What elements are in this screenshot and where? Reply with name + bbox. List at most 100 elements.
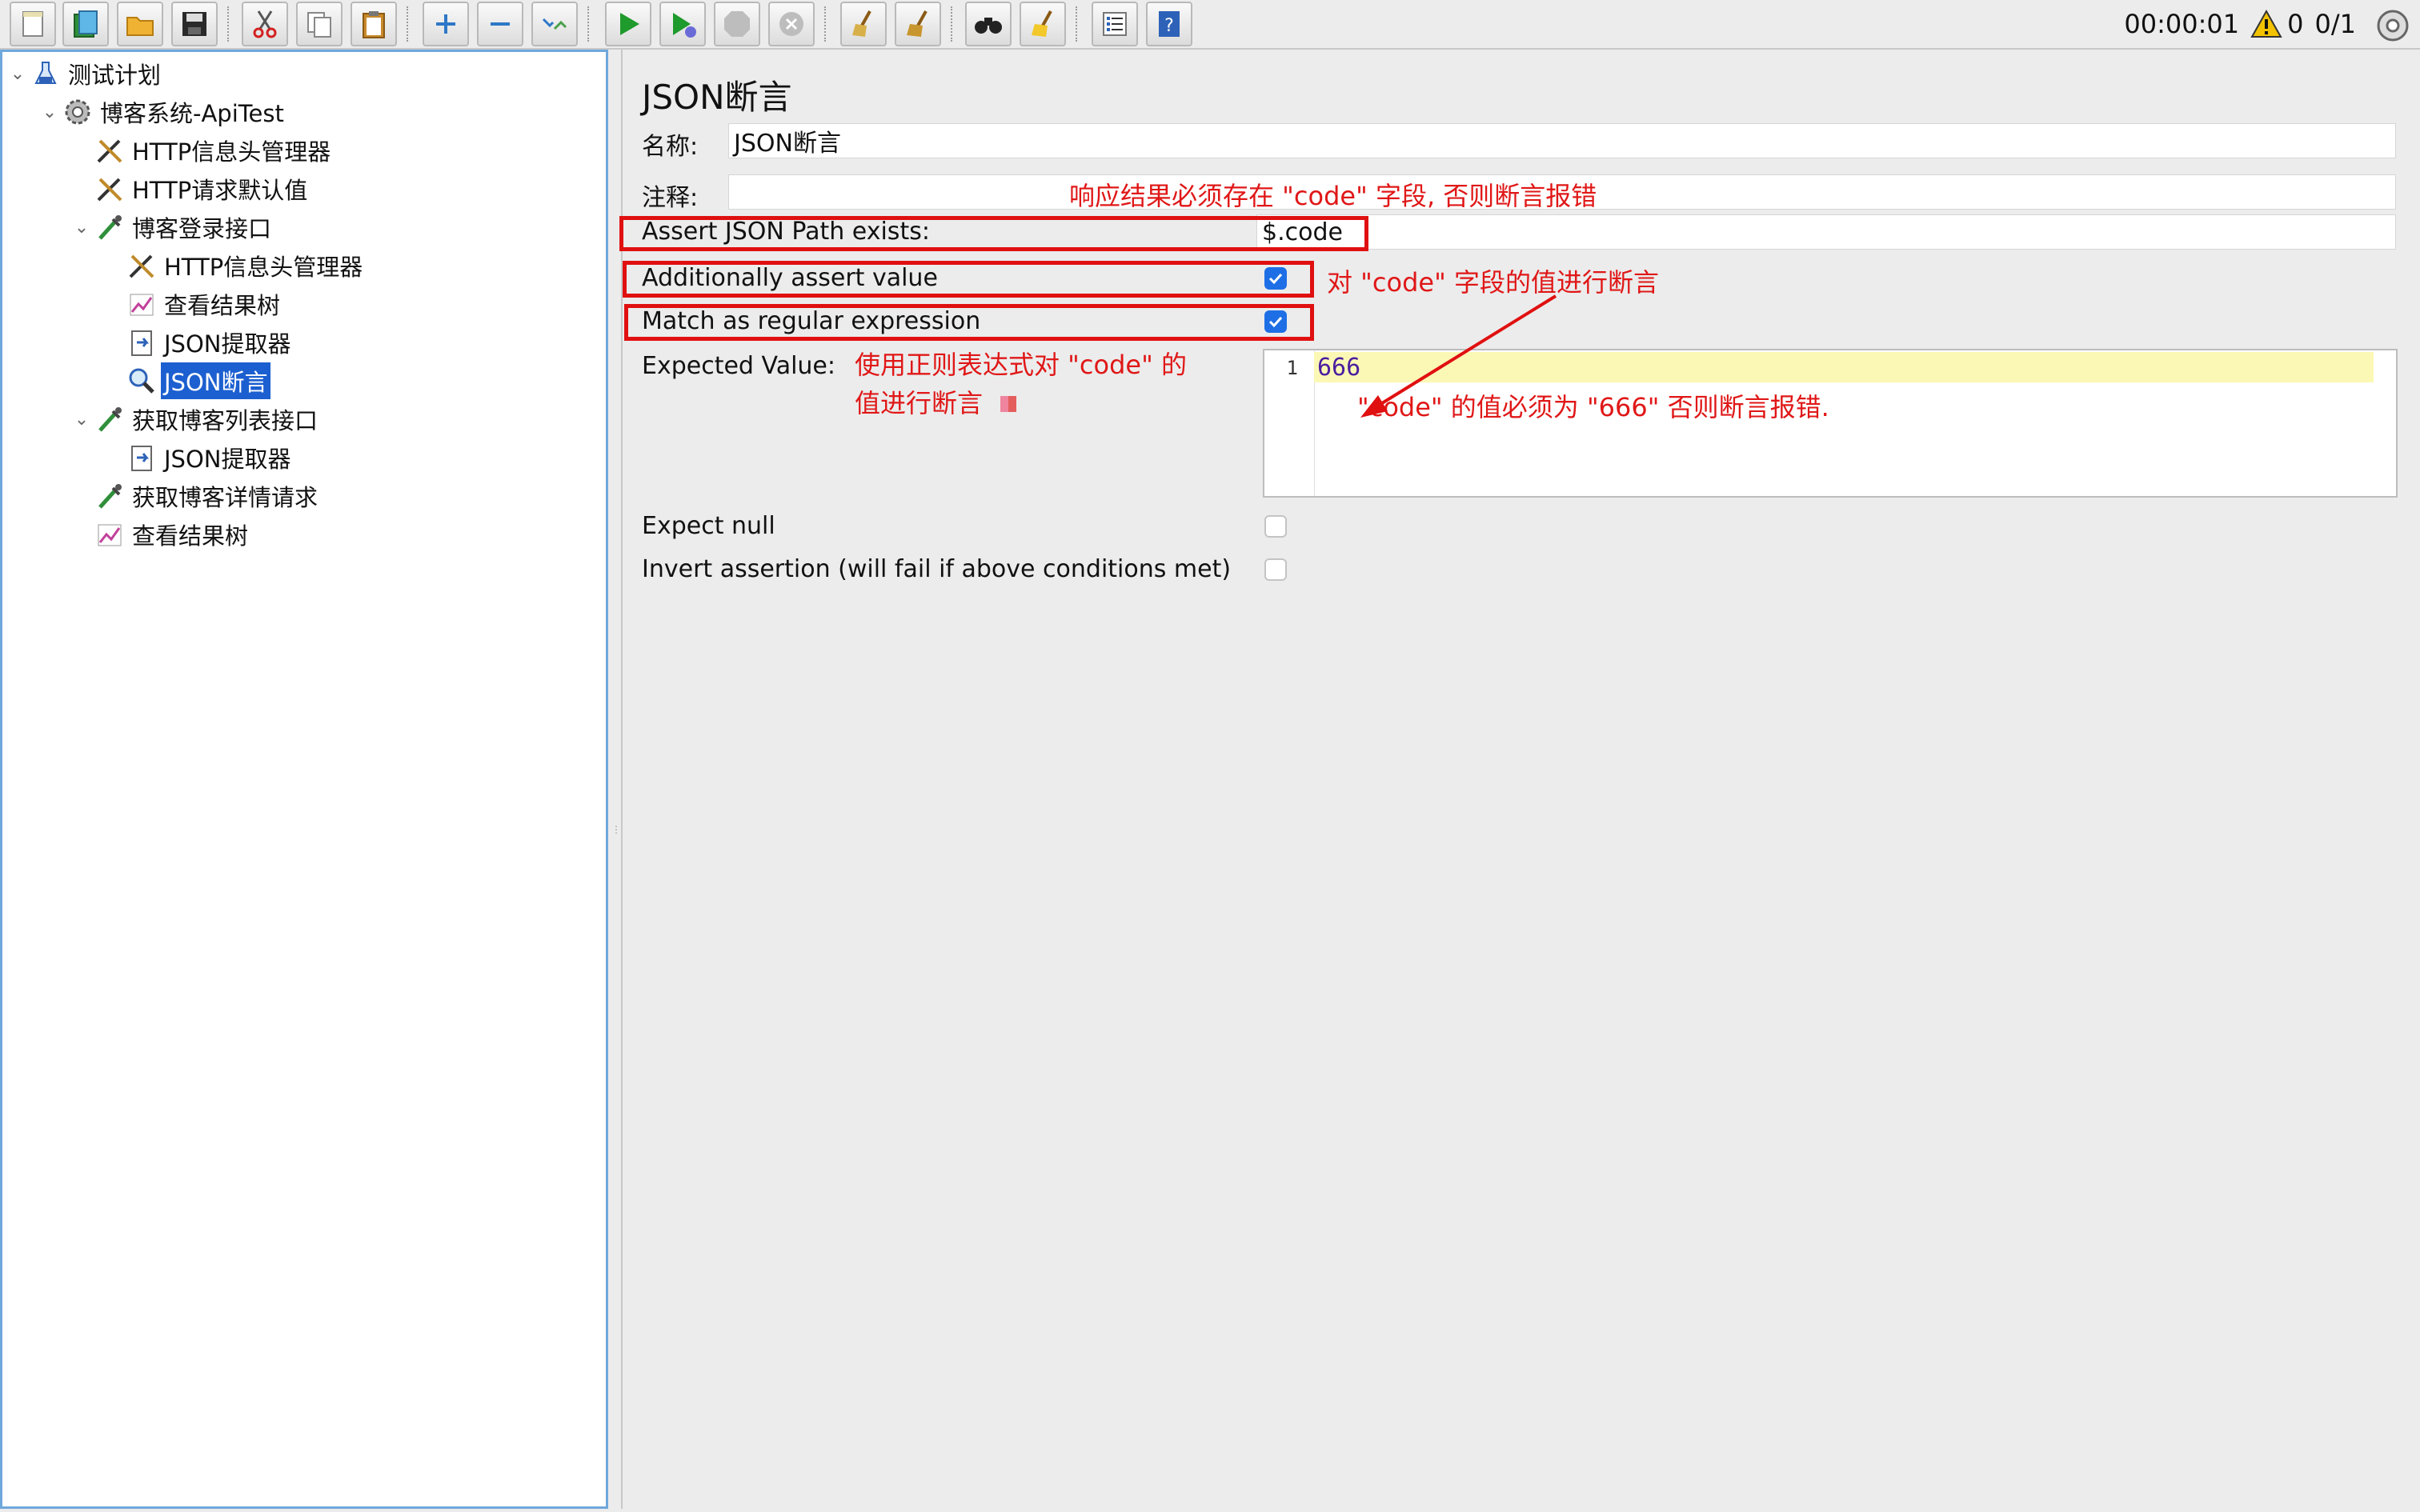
toolbar-separator bbox=[227, 6, 230, 42]
status-area: 00:00:01 0 0/1 bbox=[2124, 6, 2356, 42]
shutdown-button[interactable] bbox=[768, 2, 815, 46]
tree-item-results-tree[interactable]: 查看结果树 bbox=[126, 286, 283, 322]
tree-item-header-manager[interactable]: HTTP信息头管理器 bbox=[94, 132, 334, 169]
toolbar-separator bbox=[951, 6, 954, 42]
config-tools-icon bbox=[94, 134, 126, 166]
chevron-down-icon[interactable]: ⌄ bbox=[70, 209, 94, 246]
warning-count: 0 bbox=[2287, 9, 2304, 39]
chevron-down-icon[interactable]: ⌄ bbox=[38, 94, 62, 130]
annotation-regex-line1: 使用正则表达式对 "code" 的 bbox=[855, 350, 1187, 380]
json-assertion-panel: JSON断言 名称: JSON断言 注释: 响应结果必须存在 "code" 字段… bbox=[619, 50, 2417, 1509]
templates-icon bbox=[74, 10, 98, 38]
expect-null-checkbox[interactable] bbox=[1264, 515, 1287, 538]
play-timer-icon bbox=[673, 13, 696, 38]
cut-icon bbox=[253, 10, 277, 38]
expected-value-label: Expected Value: bbox=[642, 352, 835, 380]
toolbar-separator bbox=[407, 6, 410, 42]
thread-status-icon[interactable] bbox=[2375, 8, 2410, 43]
thread-group-gear-icon bbox=[62, 96, 94, 128]
tree-item-json-extractor[interactable]: JSON提取器 bbox=[126, 439, 294, 476]
collapse-button[interactable] bbox=[477, 2, 523, 46]
tree-item-label: HTTP请求默认值 bbox=[132, 177, 308, 204]
toggle-button[interactable] bbox=[531, 2, 578, 46]
tree-item-label: JSON断言 bbox=[161, 362, 271, 399]
tree-item-json-extractor[interactable]: JSON提取器 bbox=[126, 324, 294, 361]
toggle-icon bbox=[542, 18, 567, 30]
new-button[interactable] bbox=[10, 2, 56, 46]
invert-assertion-checkbox[interactable] bbox=[1264, 558, 1287, 581]
minus-icon bbox=[491, 22, 510, 26]
reset-broom-icon bbox=[1032, 10, 1052, 37]
start-button[interactable] bbox=[605, 2, 651, 46]
tree-item-label: HTTP信息头管理器 bbox=[132, 138, 331, 166]
active-threads: 0/1 bbox=[2314, 9, 2357, 39]
expand-button[interactable] bbox=[423, 2, 469, 46]
chevron-down-icon[interactable]: ⌄ bbox=[6, 55, 30, 92]
clear-all-button[interactable] bbox=[895, 2, 941, 46]
highlight-box bbox=[624, 304, 1314, 341]
highlight-box bbox=[623, 261, 1314, 298]
name-value: JSON断言 bbox=[734, 130, 841, 158]
name-field[interactable]: JSON断言 bbox=[728, 123, 2396, 158]
assertion-magnifier-icon bbox=[126, 365, 158, 397]
tree-item-label: 测试计划 bbox=[68, 62, 162, 89]
annotation-arrow-icon bbox=[1360, 294, 1557, 418]
copy-button[interactable] bbox=[296, 2, 343, 46]
stop-button[interactable] bbox=[714, 2, 760, 46]
play-icon bbox=[620, 13, 639, 35]
save-button[interactable] bbox=[171, 2, 218, 46]
tree-item-results-tree[interactable]: 查看结果树 bbox=[94, 516, 251, 553]
plus-icon bbox=[436, 14, 455, 34]
tree-item-label: JSON提取器 bbox=[164, 330, 291, 358]
broom-icon bbox=[852, 10, 871, 37]
test-plan-flask-icon bbox=[30, 58, 62, 90]
annotation-regex-note: 使用正则表达式对 "code" 的 值进行断言 bbox=[855, 346, 1187, 422]
cut-button[interactable] bbox=[242, 2, 288, 46]
clear-button[interactable] bbox=[840, 2, 887, 46]
tree-item-thread-group[interactable]: ⌄ 博客系统-ApiTest bbox=[38, 94, 287, 130]
tree-item-login-sampler[interactable]: ⌄ 博客登录接口 bbox=[70, 209, 274, 246]
cursor-artifact-icon bbox=[1000, 396, 1017, 412]
tree-item-label: 获取博客详情请求 bbox=[132, 484, 319, 511]
warning-icon[interactable] bbox=[2250, 10, 2282, 38]
start-no-pause-button[interactable] bbox=[659, 2, 706, 46]
test-plan-tree[interactable]: ⌄ 测试计划 ⌄ 博客系统-ApiTest HTTP信息头管理器 HTTP请求默… bbox=[0, 50, 608, 1509]
tree-item-test-plan[interactable]: ⌄ 测试计划 bbox=[6, 55, 164, 92]
tree-item-request-defaults[interactable]: HTTP请求默认值 bbox=[94, 170, 311, 207]
page-title: JSON断言 bbox=[642, 78, 792, 117]
broom-all-icon bbox=[907, 10, 928, 37]
panel-splitter[interactable]: ⋮ bbox=[608, 50, 621, 1509]
paste-icon bbox=[363, 11, 385, 38]
search-button[interactable] bbox=[965, 2, 1012, 46]
highlight-box bbox=[619, 216, 1368, 251]
templates-button[interactable] bbox=[62, 2, 109, 46]
new-file-icon bbox=[22, 11, 43, 37]
toolbar: ? 00:00:01 0 0/1 bbox=[0, 0, 2420, 50]
chevron-down-icon[interactable]: ⌄ bbox=[70, 401, 94, 438]
tree-item-label: 查看结果树 bbox=[164, 292, 281, 319]
expect-null-label: Expect null bbox=[642, 512, 775, 540]
tree-item-detail-sampler[interactable]: 获取博客详情请求 bbox=[94, 478, 321, 514]
help-icon: ? bbox=[1159, 11, 1180, 37]
toolbar-separator bbox=[824, 6, 827, 42]
paste-button[interactable] bbox=[351, 2, 397, 46]
copy-icon bbox=[307, 12, 331, 38]
config-tools-icon bbox=[94, 173, 126, 205]
tree-item-json-assertion[interactable]: JSON断言 bbox=[126, 362, 271, 399]
listener-graph-icon bbox=[126, 288, 158, 320]
save-icon bbox=[182, 12, 206, 36]
open-button[interactable] bbox=[117, 2, 163, 46]
reset-search-button[interactable] bbox=[1020, 2, 1066, 46]
svg-text:?: ? bbox=[1164, 16, 1174, 36]
post-processor-icon bbox=[126, 326, 158, 358]
post-processor-icon bbox=[126, 442, 158, 474]
tree-item-header-manager[interactable]: HTTP信息头管理器 bbox=[126, 247, 366, 284]
annotation-regex-line2: 值进行断言 bbox=[855, 384, 1187, 422]
config-tools-icon bbox=[126, 250, 158, 282]
listener-graph-icon bbox=[94, 518, 126, 550]
assert-path-field[interactable]: $.code bbox=[1256, 214, 2396, 250]
tree-item-list-sampler[interactable]: ⌄ 获取博客列表接口 bbox=[70, 401, 321, 438]
function-helper-button[interactable] bbox=[1092, 2, 1138, 46]
list-icon bbox=[1103, 12, 1127, 36]
help-button[interactable]: ? bbox=[1146, 2, 1192, 46]
